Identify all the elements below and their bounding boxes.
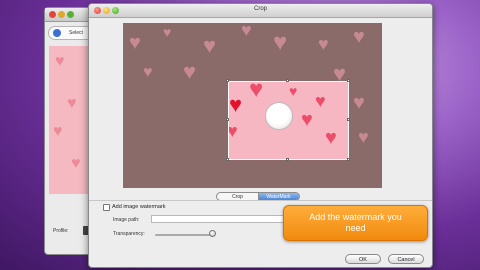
heart-icon: ♥ xyxy=(301,109,313,131)
cancel-button[interactable]: Cancel xyxy=(388,254,424,264)
add-watermark-label: Add image watermark xyxy=(112,204,166,210)
profile-label: Profile: xyxy=(53,228,69,234)
crop-handle[interactable] xyxy=(347,79,350,82)
crop-handle[interactable] xyxy=(347,118,350,121)
crop-handle[interactable] xyxy=(286,158,289,161)
zoom-button[interactable] xyxy=(67,11,74,18)
video-preview: ♥ ♥ ♥ ♥ ♥ ♥ ♥ ♥ ♥ ♥ ♥ ♥ ♥ ♥ ♥ ♥ ♥ ♥ ♥ xyxy=(123,23,382,188)
crop-handle[interactable] xyxy=(347,158,350,161)
crop-handle[interactable] xyxy=(226,118,229,121)
app-icon xyxy=(53,29,61,37)
transparency-label: Transparency: xyxy=(113,231,145,237)
heart-icon: ♥ xyxy=(325,127,337,149)
heart-icon: ♥ xyxy=(143,64,153,81)
crop-handle[interactable] xyxy=(226,158,229,161)
select-toolbar-label: Select xyxy=(69,30,83,36)
heart-icon: ♥ xyxy=(228,121,238,141)
transparency-slider[interactable] xyxy=(155,234,215,236)
image-path-label: Image path: xyxy=(113,217,140,223)
heart-icon: ♥ xyxy=(183,59,197,84)
tutorial-callout: Add the watermark you need xyxy=(283,205,428,241)
pig-icon xyxy=(265,102,293,130)
heart-icon: ♥ xyxy=(353,92,365,114)
heart-icon: ♥ xyxy=(163,24,172,40)
heart-icon: ♥ xyxy=(71,155,81,172)
heart-icon: ♥ xyxy=(273,29,288,56)
dialog-title: Crop xyxy=(253,6,267,12)
heart-icon: ♥ xyxy=(67,95,77,112)
heart-icon: ♥ xyxy=(129,32,141,54)
transparency-slider-thumb[interactable] xyxy=(208,230,216,237)
heart-icon: ♥ xyxy=(53,123,63,140)
crop-region[interactable]: ♥ ♥ ♥ ♥ ♥ ♥ ♥ xyxy=(228,81,349,160)
heart-icon: ♥ xyxy=(318,34,329,54)
tab-crop[interactable]: Crop xyxy=(217,193,258,200)
heart-icon: ♥ xyxy=(241,23,252,40)
heart-icon: ♥ xyxy=(203,33,217,58)
tab-watermark[interactable]: WaterMark xyxy=(258,193,299,200)
heart-icon: ♥ xyxy=(358,127,369,147)
heart-icon: ♥ xyxy=(315,91,326,111)
add-watermark-checkbox[interactable] xyxy=(103,204,110,211)
ok-button[interactable]: OK xyxy=(345,254,381,264)
dialog-titlebar: Crop xyxy=(89,4,432,18)
heart-icon: ♥ xyxy=(249,81,264,103)
crop-handle[interactable] xyxy=(286,79,289,82)
heart-icon: ♥ xyxy=(55,53,65,70)
heart-icon: ♥ xyxy=(289,83,298,99)
minimize-button[interactable] xyxy=(58,11,65,18)
heart-icon: ♥ xyxy=(353,26,365,48)
close-button[interactable] xyxy=(49,11,56,18)
crop-handle[interactable] xyxy=(226,79,229,82)
heart-icon: ♥ xyxy=(229,92,243,117)
